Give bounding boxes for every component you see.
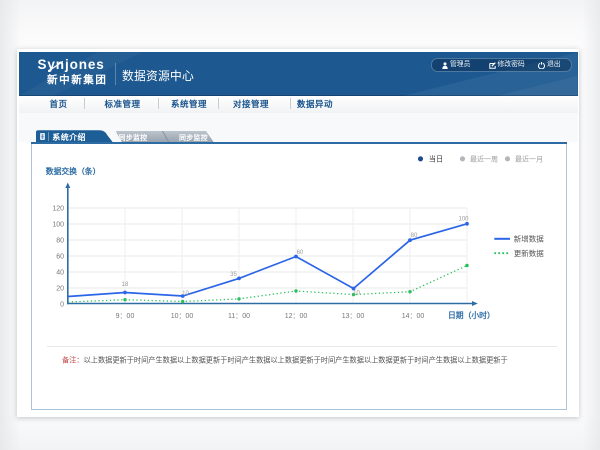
- svg-text:10: 10: [182, 291, 189, 297]
- svg-text:9：00: 9：00: [116, 313, 135, 320]
- svg-text:14：00: 14：00: [402, 313, 425, 320]
- svg-text:120: 120: [52, 205, 64, 212]
- svg-text:10：00: 10：00: [171, 313, 194, 320]
- svg-text:60: 60: [297, 250, 304, 256]
- svg-text:11：00: 11：00: [228, 313, 250, 320]
- svg-text:80: 80: [411, 233, 418, 239]
- svg-text:0: 0: [60, 301, 64, 308]
- svg-text:10: 10: [353, 291, 360, 297]
- svg-text:12：00: 12：00: [285, 313, 308, 320]
- svg-text:18: 18: [122, 282, 129, 288]
- svg-text:40: 40: [56, 269, 64, 276]
- svg-text:数据交换（条）: 数据交换（条）: [46, 166, 101, 176]
- svg-text:100: 100: [458, 216, 469, 222]
- svg-text:80: 80: [56, 237, 64, 244]
- svg-text:60: 60: [56, 253, 64, 260]
- svg-text:日期（小时）: 日期（小时）: [448, 310, 495, 320]
- svg-text:100: 100: [52, 221, 64, 228]
- svg-text:最近一周: 最近一周: [470, 154, 498, 163]
- svg-text:35: 35: [230, 272, 237, 278]
- svg-text:当日: 当日: [429, 154, 443, 163]
- svg-text:新增数据: 新增数据: [514, 234, 544, 244]
- svg-text:更新数据: 更新数据: [514, 248, 544, 258]
- svg-text:20: 20: [56, 285, 64, 292]
- svg-text:备注：以上数据更新于时间产生数据以上数据更新于时间产生数据以: 备注：以上数据更新于时间产生数据以上数据更新于时间产生数据以上数据更新于时间产生…: [62, 355, 508, 364]
- svg-text:13：00: 13：00: [342, 313, 365, 320]
- svg-text:最近一月: 最近一月: [515, 154, 543, 163]
